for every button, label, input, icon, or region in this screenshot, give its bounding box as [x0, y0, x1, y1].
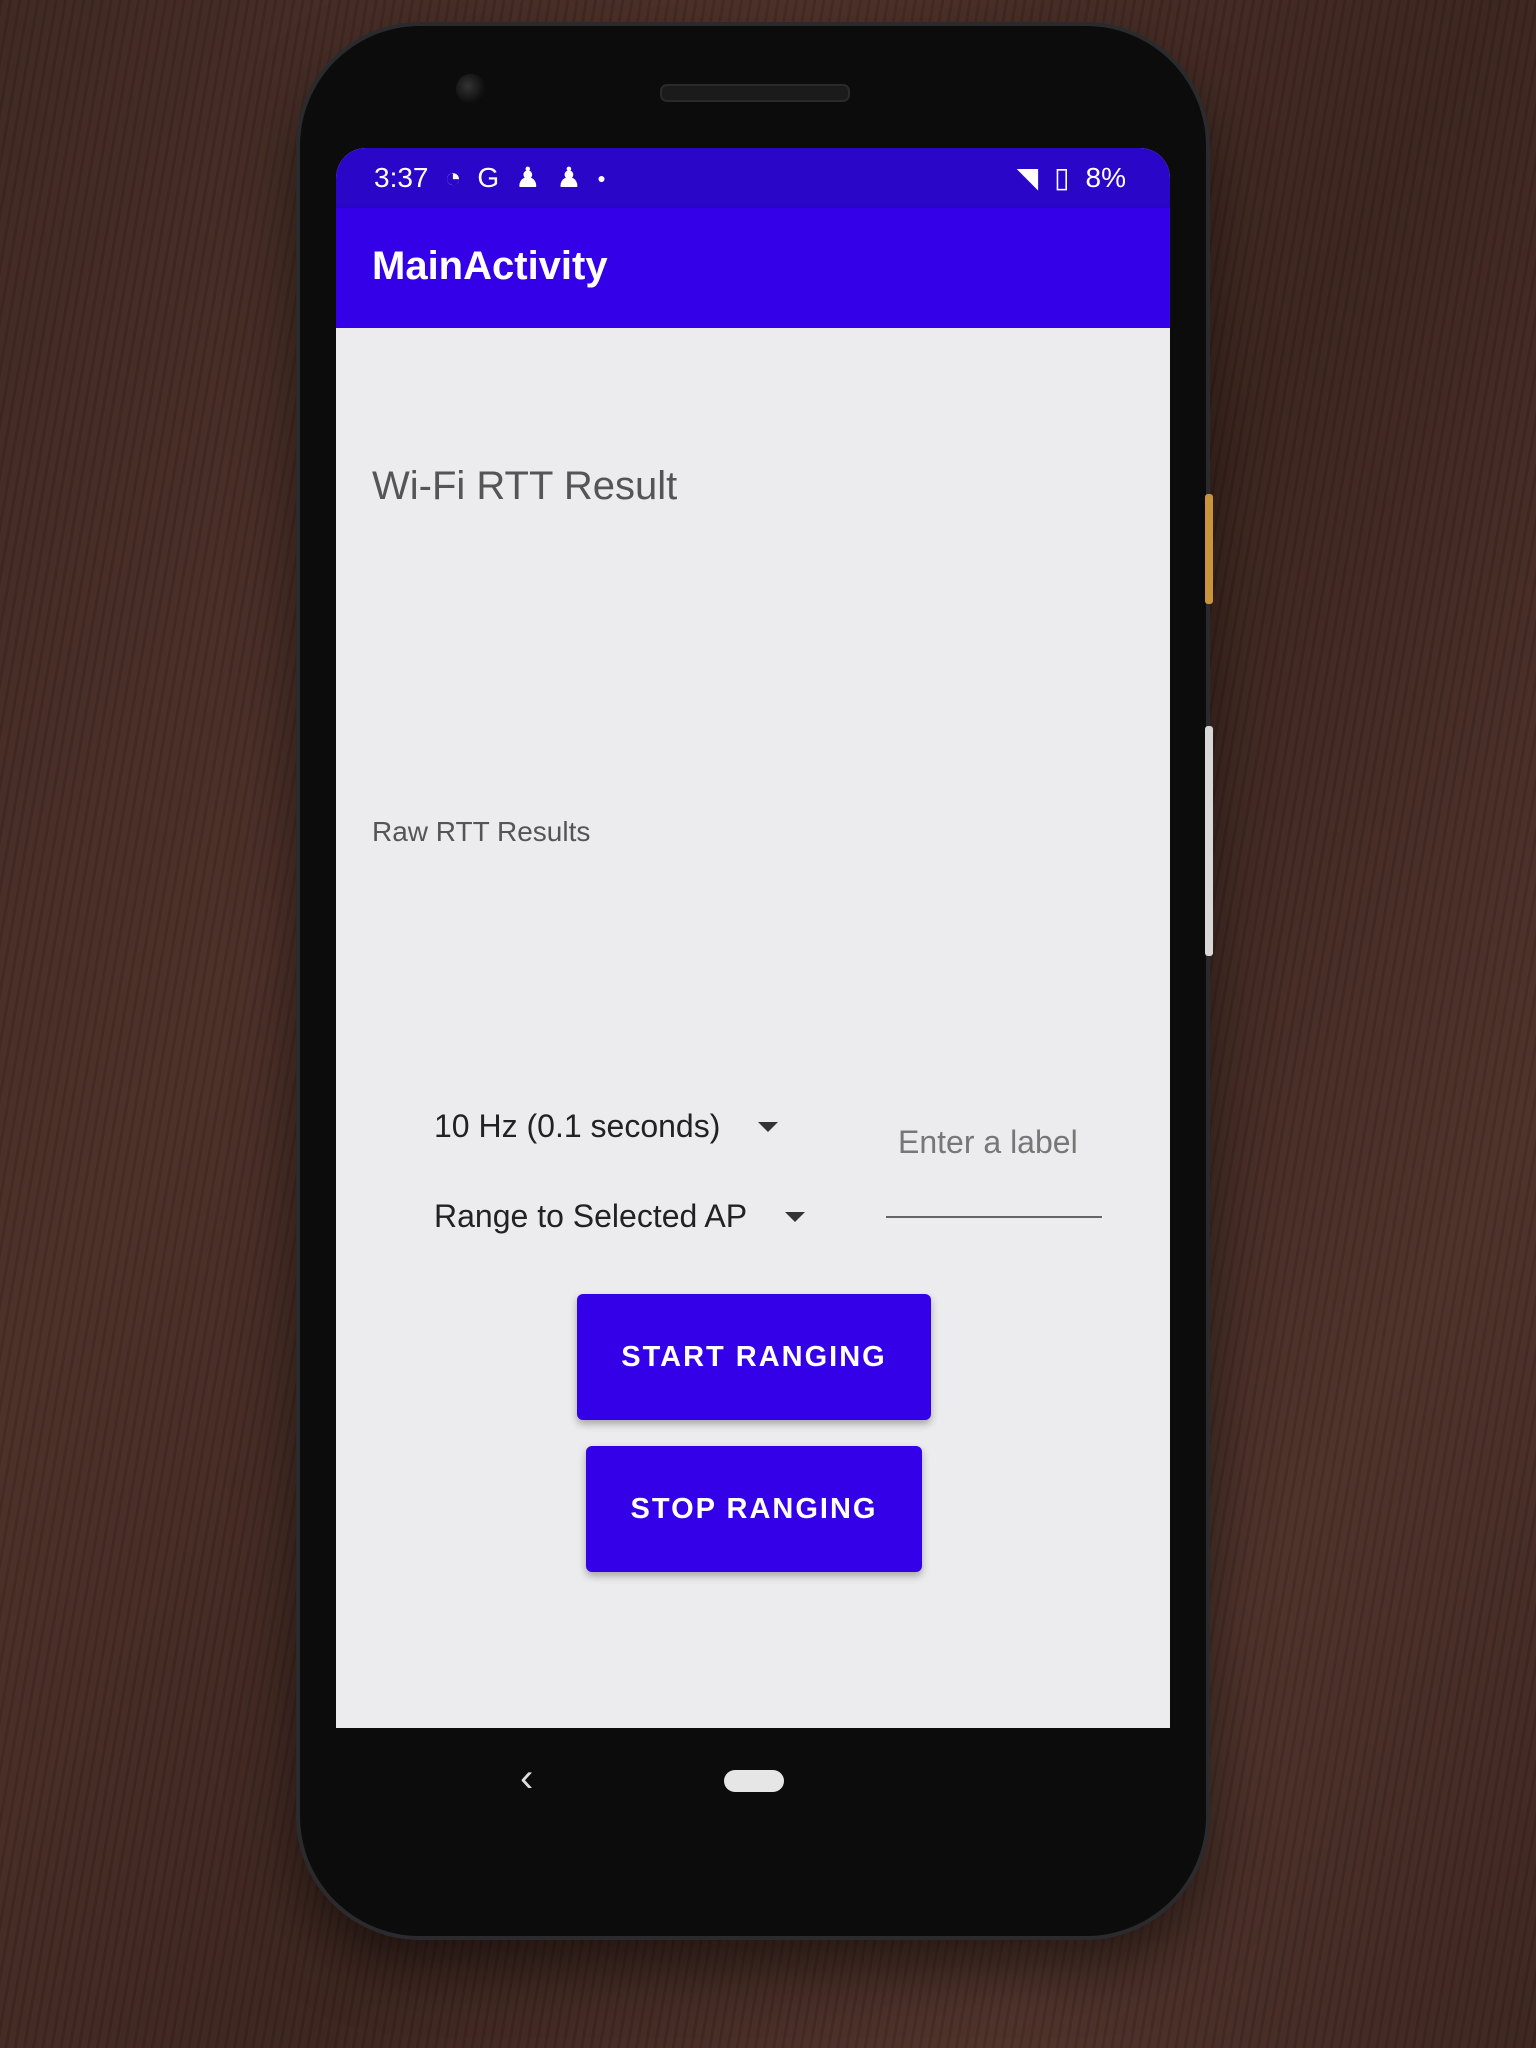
- frequency-spinner-value: 10 Hz (0.1 seconds): [434, 1108, 721, 1144]
- dropdown-arrow-icon: [785, 1211, 806, 1222]
- home-pill-icon[interactable]: [724, 1770, 784, 1792]
- volume-button-hardware: [1205, 726, 1213, 956]
- app-title: MainActivity: [372, 244, 608, 288]
- frequency-spinner[interactable]: 10 Hz (0.1 seconds): [434, 1108, 779, 1145]
- start-ranging-button[interactable]: START RANGING: [577, 1294, 931, 1420]
- wifi-question-icon: ◔: [444, 162, 462, 193]
- status-time: 3:37: [374, 162, 429, 193]
- mode-spinner-value: Range to Selected AP: [434, 1198, 748, 1234]
- phone-device: 3:37 ◔ G ♟ ♟ ● ◥ ▯ 8% MainActivity Wi-Fi…: [300, 26, 1213, 1936]
- notification-person-icon: ♟: [556, 162, 582, 193]
- back-icon[interactable]: ‹: [520, 1756, 533, 1801]
- stop-ranging-button[interactable]: STOP RANGING: [586, 1446, 922, 1572]
- status-bar: 3:37 ◔ G ♟ ♟ ● ◥ ▯ 8%: [336, 148, 1170, 208]
- label-input[interactable]: [886, 1118, 1102, 1218]
- status-left: 3:37 ◔ G ♟ ♟ ●: [374, 162, 606, 194]
- earpiece-speaker: [660, 84, 850, 102]
- navigation-bar: ‹: [336, 1728, 1170, 1838]
- app-bar: MainActivity: [336, 208, 1170, 328]
- front-camera: [456, 74, 486, 104]
- result-title: Wi-Fi RTT Result: [372, 464, 678, 508]
- wifi-icon: ◥: [1016, 162, 1039, 193]
- status-right: ◥ ▯ 8%: [1017, 162, 1126, 194]
- dropdown-arrow-icon: [758, 1121, 779, 1132]
- mode-spinner[interactable]: Range to Selected AP: [434, 1198, 806, 1235]
- google-icon: G: [477, 162, 500, 193]
- battery-icon: ▯: [1054, 162, 1070, 193]
- notification-person-icon: ♟: [515, 162, 541, 193]
- main-content: Wi-Fi RTT Result Raw RTT Results 10 Hz (…: [336, 328, 1170, 1728]
- battery-percent: 8%: [1085, 162, 1126, 193]
- power-button-hardware: [1205, 494, 1213, 604]
- phone-screen: 3:37 ◔ G ♟ ♟ ● ◥ ▯ 8% MainActivity Wi-Fi…: [336, 148, 1170, 1728]
- raw-results-label: Raw RTT Results: [372, 816, 591, 847]
- dot-icon: ●: [597, 170, 606, 186]
